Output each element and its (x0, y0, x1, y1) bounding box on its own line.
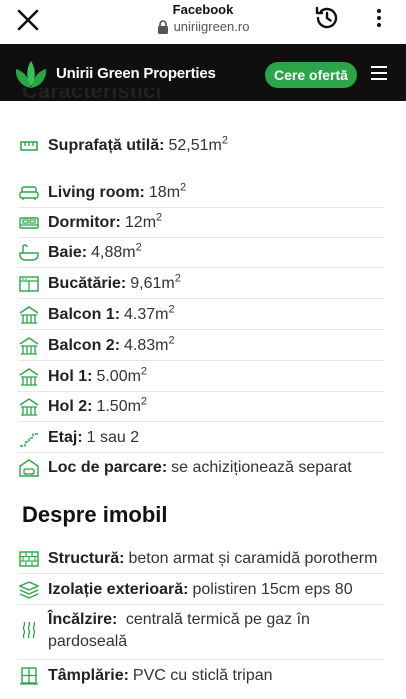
area-label: Suprafață utilă: (48, 137, 165, 154)
garage-icon (18, 457, 40, 479)
brand-name[interactable]: Unirii Green Properties (56, 65, 216, 82)
stairs-icon (18, 427, 40, 449)
room-row-bedroom: Dormitor: 12m2 (18, 212, 384, 234)
room-row-hall-1: Hol 1: 5.00m2 (18, 366, 384, 388)
hall-icon (18, 396, 40, 418)
browser-title: Facebook uniriigreen.ro (0, 2, 406, 39)
about-building-title: Despre imobil (22, 502, 168, 527)
area-value: 52,51m2 (168, 134, 228, 154)
characteristics-title: Caracteristici (22, 88, 162, 101)
window-icon (18, 665, 40, 687)
windows-row: Tâmplărie: PVC cu sticlă tripan (18, 665, 384, 687)
balcony-icon (18, 335, 40, 357)
leaf-logo-icon[interactable] (14, 59, 48, 89)
bathtub-icon (18, 242, 40, 264)
layers-icon (18, 579, 40, 601)
room-row-balcony-2: Balcon 2: 4.83m2 (18, 335, 384, 357)
sofa-icon (18, 182, 40, 204)
app-title: Facebook (172, 2, 234, 17)
parking-row: Loc de parcare: se achiziționează separa… (18, 457, 384, 479)
url-line: uniriigreen.ro (157, 18, 250, 36)
kitchen-icon (18, 273, 40, 295)
insulation-row: Izolație exterioară: polistiren 15cm eps… (18, 579, 384, 601)
room-row-hall-2: Hol 2: 1.50m2 (18, 396, 384, 418)
room-row-balcony-1: Balcon 1: 4.37m2 (18, 304, 384, 326)
url-text: uniriigreen.ro (173, 19, 250, 34)
brick-icon (18, 548, 40, 570)
request-offer-button[interactable]: Cere ofertă (265, 62, 357, 88)
hall-icon (18, 366, 40, 388)
lock-icon (157, 20, 168, 34)
room-row-bathroom: Baie: 4,88m2 (18, 242, 384, 264)
hamburger-menu-icon[interactable] (371, 66, 387, 80)
heat-waves-icon (18, 619, 40, 641)
browser-bar: Facebook uniriigreen.ro (0, 0, 406, 44)
area-row: Suprafață utilă: 52,51m2 (18, 135, 384, 157)
structure-row: Structură: beton armat și caramidă porot… (18, 548, 384, 570)
heating-row: Încălzire: centrală termică pe gaz în pa… (18, 609, 358, 653)
more-options-icon[interactable] (369, 6, 389, 30)
history-icon[interactable] (313, 4, 341, 32)
balcony-icon (18, 304, 40, 326)
bed-icon (18, 212, 40, 234)
floor-row: Etaj: 1 sau 2 (18, 427, 384, 449)
room-row-living: Living room: 18m2 (18, 182, 384, 204)
room-row-kitchen: Bucătărie: 9,61m2 (18, 273, 384, 295)
ruler-icon (18, 135, 40, 157)
